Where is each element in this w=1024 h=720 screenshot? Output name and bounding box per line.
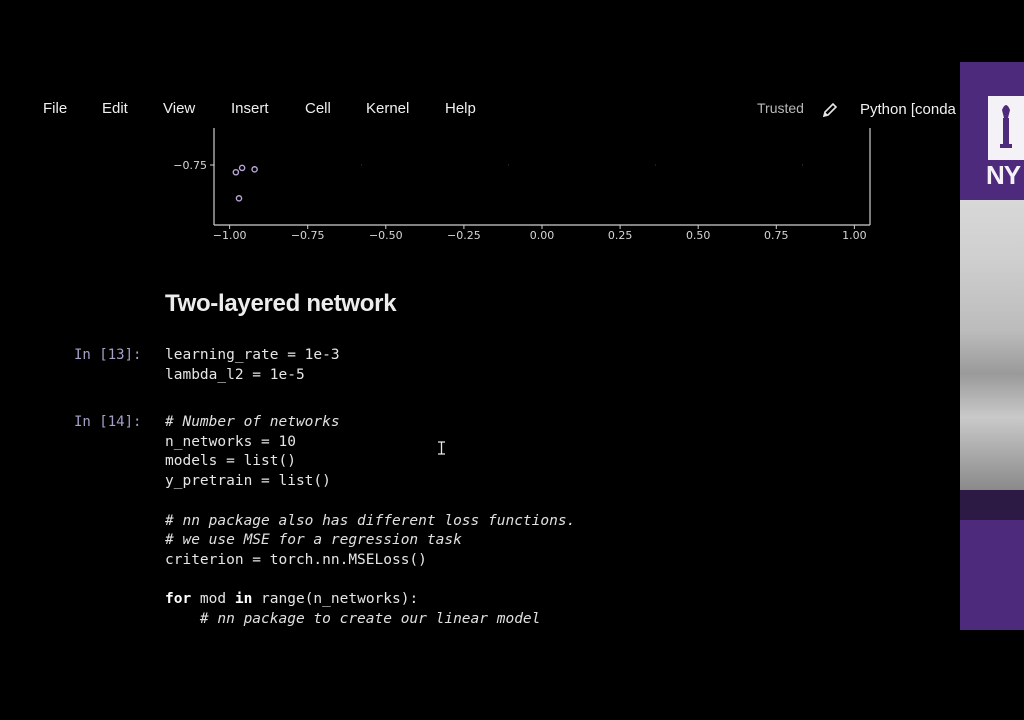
x-tick-label: −1.00 bbox=[213, 229, 247, 242]
x-tick-label: 0.75 bbox=[764, 229, 789, 242]
menu-view[interactable]: View bbox=[163, 100, 195, 117]
kernel-indicator[interactable]: Python [conda bbox=[860, 101, 960, 118]
x-tick-label: 1.00 bbox=[842, 229, 867, 242]
pencil-icon[interactable] bbox=[822, 102, 838, 118]
menu-cell[interactable]: Cell bbox=[305, 100, 331, 117]
y-tick-labels: −0.75 bbox=[173, 159, 214, 172]
menu-help[interactable]: Help bbox=[445, 100, 476, 117]
trusted-indicator[interactable]: Trusted bbox=[757, 100, 804, 116]
x-tick-label: 0.00 bbox=[530, 229, 555, 242]
data-point bbox=[235, 195, 243, 202]
menu-edit[interactable]: Edit bbox=[102, 100, 128, 117]
code-line: learning_rate = 1e-3 bbox=[165, 347, 340, 363]
x-tick-label: −0.50 bbox=[369, 229, 403, 242]
cell-prompt: In [13]: bbox=[74, 347, 142, 363]
code-cell-14[interactable]: # Number of networks n_networks = 10 mod… bbox=[165, 413, 575, 630]
code-line: for mod in range(n_networks): bbox=[165, 591, 419, 608]
x-tick-label: 0.50 bbox=[686, 229, 711, 242]
x-tick-label: −0.25 bbox=[447, 229, 481, 242]
scatter-plot: −1.00 −0.75 −0.50 −0.25 0.00 0.25 0.50 0.75 1.00… bbox=[173, 128, 871, 242]
code-line: models = list() bbox=[165, 453, 296, 470]
code-line: # Number of networks bbox=[165, 414, 340, 430]
x-tick-label: −0.75 bbox=[291, 229, 325, 242]
code-cell-13[interactable]: learning_rate = 1e-3 lambda_l2 = 1e-5 bbox=[165, 346, 340, 385]
menu-file[interactable]: File bbox=[43, 100, 67, 117]
data-point bbox=[232, 168, 240, 176]
code-line: # nn package also has different loss fun… bbox=[165, 512, 576, 529]
data-point bbox=[251, 166, 258, 173]
text-cursor-icon bbox=[438, 441, 445, 455]
code-line: y_pretrain = list() bbox=[165, 473, 331, 490]
code-line: criterion = torch.nn.MSELoss() bbox=[165, 551, 427, 568]
data-point bbox=[238, 164, 246, 172]
code-line: # nn package to create our linear model bbox=[165, 611, 541, 628]
code-line: lambda_l2 = 1e-5 bbox=[165, 366, 305, 383]
code-line: # we use MSE for a regression task bbox=[165, 532, 462, 549]
data-points bbox=[232, 164, 258, 202]
logo-text: NY bbox=[986, 160, 1021, 190]
menu-kernel[interactable]: Kernel bbox=[366, 100, 409, 117]
y-tick-label: −0.75 bbox=[173, 159, 207, 172]
video-band bbox=[960, 490, 1024, 520]
x-tick-labels: −1.00 −0.75 −0.50 −0.25 0.00 0.25 0.50 0.75 1.00 bbox=[213, 225, 867, 242]
menu-bar: File Edit View Insert Cell Kernel Help bbox=[0, 88, 960, 132]
section-heading: Two-layered network bbox=[165, 290, 397, 317]
cell-prompt: In [14]: bbox=[74, 414, 142, 430]
menu-insert[interactable]: Insert bbox=[231, 100, 269, 117]
torch-logo-icon bbox=[988, 96, 1024, 160]
presenter-video bbox=[960, 200, 1024, 490]
x-tick-label: 0.25 bbox=[608, 229, 633, 242]
code-line: n_networks = 10 bbox=[165, 433, 296, 450]
